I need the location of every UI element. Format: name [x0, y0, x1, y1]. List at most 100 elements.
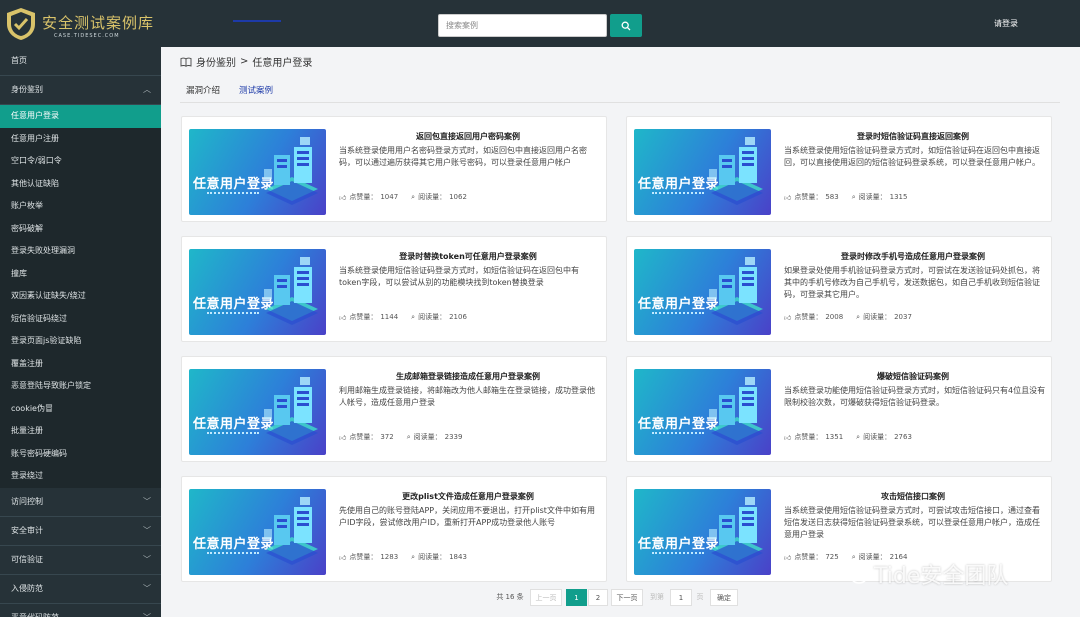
case-title[interactable]: 更改plist文件造成任意用户登录案例	[334, 491, 602, 502]
sidebar-item-label: 登录页面js验证缺陷	[11, 336, 82, 345]
reads-count: 1062	[449, 193, 467, 201]
likes-label: 点赞量：	[349, 433, 378, 441]
thumbnail-dots	[652, 432, 704, 434]
likes-count: 372	[380, 433, 394, 441]
server-illustration-icon	[709, 257, 763, 325]
breadcrumb-separator: >	[240, 56, 249, 67]
sidebar-item[interactable]: 访问控制 ﹀	[0, 488, 161, 516]
case-description: 当系统登录使用短信验证码登录方式时，如短信验证码在返回包中直接返回，可以直接使用…	[784, 146, 1040, 167]
case-description: 先使用自己的账号登陆APP，关闭应用不要退出，打开plist文件中如有用户ID字…	[339, 506, 595, 527]
case-card[interactable]: 任意用户登录 登录时修改手机号造成任意用户登录案例 如果登录处使用手机验证码登录方式…	[626, 236, 1052, 342]
sidebar-item[interactable]: 登录绕过	[0, 465, 161, 488]
case-stats: 👍︎ 点赞量： 1144 ⌕ 阅读量： 2106	[339, 312, 467, 322]
case-thumbnail[interactable]: 任意用户登录	[634, 369, 771, 455]
case-title[interactable]: 爆破短信验证码案例	[779, 371, 1047, 382]
next-page-button[interactable]: 下一页	[611, 589, 643, 606]
breadcrumb-section[interactable]: 身份鉴别	[196, 54, 236, 69]
sidebar-item-label: 安全审计	[11, 525, 43, 535]
sidebar-item[interactable]: 任意用户注册	[0, 127, 161, 150]
thumbnail-dots	[652, 552, 704, 554]
case-thumbnail[interactable]: 任意用户登录	[634, 129, 771, 215]
logo-subtitle: CASE.TIDESEC.COM	[54, 33, 120, 39]
sidebar-item-label: 空口令/弱口令	[11, 156, 62, 165]
search-input[interactable]	[438, 14, 607, 37]
search-icon: ⌕	[411, 312, 416, 321]
thumbs-up-icon: 👍︎	[339, 313, 347, 322]
case-title[interactable]: 生成邮箱登录链接造成任意用户登录案例	[334, 371, 602, 382]
case-thumbnail[interactable]: 任意用户登录	[189, 249, 326, 335]
sidebar-item[interactable]: 可信验证 ﹀	[0, 546, 161, 574]
case-description: 当系统登录使用短信验证码登录方式时，如短信验证码在返回包中有token字段，可以…	[339, 266, 579, 287]
tab-test-cases[interactable]: 测试案例	[239, 84, 273, 96]
case-thumbnail[interactable]: 任意用户登录	[189, 489, 326, 575]
sidebar-item[interactable]: cookie伪冒	[0, 397, 161, 420]
wechat-icon	[840, 563, 868, 584]
page-1-button[interactable]: 1	[566, 589, 587, 606]
case-thumbnail[interactable]: 任意用户登录	[634, 489, 771, 575]
thumbs-up-icon: 👍︎	[784, 433, 792, 442]
sidebar-item-label: cookie伪冒	[11, 403, 53, 413]
likes-label: 点赞量：	[349, 193, 378, 201]
case-stats: 👍︎ 点赞量： 372 ⌕ 阅读量： 2339	[339, 432, 462, 442]
page-2-button[interactable]: 2	[588, 589, 608, 606]
reads-count: 2106	[449, 313, 467, 321]
shield-logo-icon	[7, 8, 35, 40]
case-title[interactable]: 登录时替换token可任意用户登录案例	[334, 251, 602, 262]
sidebar-item[interactable]: 批量注册	[0, 420, 161, 443]
thumbs-up-icon: 👍︎	[784, 313, 792, 322]
sidebar-item[interactable]: 密码破解	[0, 217, 161, 240]
case-thumbnail[interactable]: 任意用户登录	[189, 129, 326, 215]
sidebar-item[interactable]: 短信验证码绕过	[0, 307, 161, 330]
sidebar-item[interactable]: 覆盖注册	[0, 352, 161, 375]
sidebar-item[interactable]: 其他认证缺陷	[0, 172, 161, 195]
sidebar-item[interactable]: 首页	[0, 47, 161, 75]
case-thumbnail[interactable]: 任意用户登录	[634, 249, 771, 335]
thumbs-up-icon: 👍︎	[339, 433, 347, 442]
search-button[interactable]	[610, 14, 642, 37]
chevron-down-icon: ﹀	[143, 583, 151, 593]
case-card[interactable]: 任意用户登录 爆破短信验证码案例 当系统登录功能使用短信验证码登录方式时，如短信验证…	[626, 356, 1052, 462]
case-card[interactable]: 任意用户登录 生成邮箱登录链接造成任意用户登录案例 利用邮箱生成登录链接，将邮箱改为…	[181, 356, 607, 462]
sidebar-item[interactable]: 双因素认证缺失/绕过	[0, 285, 161, 308]
goto-page-input[interactable]: 1	[670, 589, 692, 606]
case-title[interactable]: 登录时短信验证码直接返回案例	[779, 131, 1047, 142]
server-illustration-icon	[264, 497, 318, 565]
sidebar-item[interactable]: 账户枚举	[0, 195, 161, 218]
sidebar-item[interactable]: 空口令/弱口令	[0, 150, 161, 173]
case-title[interactable]: 登录时修改手机号造成任意用户登录案例	[779, 251, 1047, 262]
book-icon	[180, 57, 192, 67]
sidebar-item[interactable]: 恶意登陆导致账户锁定	[0, 375, 161, 398]
case-card[interactable]: 任意用户登录 返回包直接返回用户密码案例 当系统登录使用用户名密码登录方式时，如返回…	[181, 116, 607, 222]
case-card[interactable]: 任意用户登录 登录时替换token可任意用户登录案例当系统登录使用短信验证码登录方…	[181, 236, 607, 342]
sidebar-item[interactable]: 恶意代码防范 ﹀	[0, 604, 161, 617]
sidebar-item-label: 身份鉴别	[11, 85, 43, 94]
case-title[interactable]: 攻击短信接口案例	[779, 491, 1047, 502]
reads-count: 2763	[894, 433, 912, 441]
case-title[interactable]: 返回包直接返回用户密码案例	[334, 131, 602, 142]
sidebar-item[interactable]: 账号密码硬编码	[0, 442, 161, 465]
thumbnail-dots	[207, 192, 259, 194]
sidebar-item[interactable]: 入侵防范 ﹀	[0, 575, 161, 603]
tab-vuln-intro[interactable]: 漏洞介绍	[186, 84, 220, 96]
sidebar-item[interactable]: 身份鉴别 ︿	[0, 76, 161, 104]
thumbnail-dots	[652, 192, 704, 194]
reads-label: 阅读量：	[418, 193, 447, 201]
sidebar-item[interactable]: 撞库	[0, 262, 161, 285]
case-card[interactable]: 任意用户登录 登录时短信验证码直接返回案例当系统登录使用短信验证码登录方式时，如短…	[626, 116, 1052, 222]
likes-count: 1351	[825, 433, 844, 441]
sidebar-item-label: 恶意代码防范	[11, 612, 59, 617]
sidebar-item-label: 访问控制	[11, 496, 43, 506]
case-card[interactable]: 任意用户登录 更改plist文件造成任意用户登录案例先使用自己的账号登陆APP，关…	[181, 476, 607, 582]
sidebar-item[interactable]: 安全审计 ﹀	[0, 517, 161, 545]
thumbs-up-icon: 👍︎	[784, 193, 792, 202]
chevron-down-icon: ﹀	[143, 525, 151, 535]
sidebar-item[interactable]: 任意用户登录	[0, 105, 161, 128]
site-logo[interactable]: 安全测试案例库 CASE.TIDESEC.COM	[2, 4, 162, 44]
confirm-button[interactable]: 确定	[710, 589, 738, 606]
sidebar-item[interactable]: 登录失败处理漏洞	[0, 240, 161, 263]
likes-label: 点赞量：	[349, 313, 378, 321]
case-thumbnail[interactable]: 任意用户登录	[189, 369, 326, 455]
prev-page-button[interactable]: 上一页	[530, 589, 562, 606]
login-link[interactable]: 请登录	[994, 18, 1018, 29]
sidebar-item[interactable]: 登录页面js验证缺陷	[0, 330, 161, 353]
